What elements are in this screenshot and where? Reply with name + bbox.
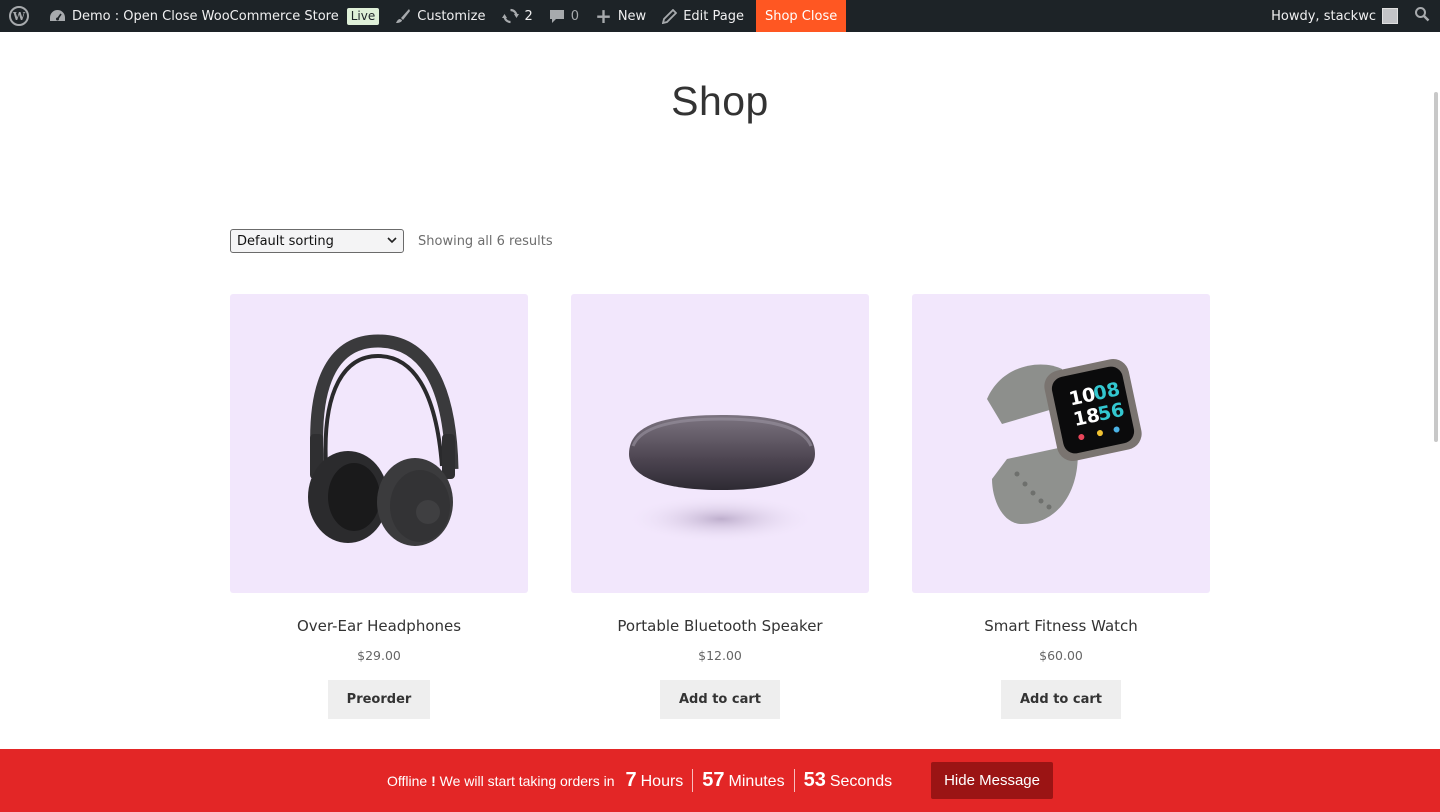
comments-link[interactable]: 0: [541, 0, 587, 32]
product-card: Over-Ear Headphones $29.00 Preorder: [230, 294, 528, 719]
preorder-button[interactable]: Preorder: [327, 680, 431, 719]
countdown-hours-value: 7: [625, 769, 637, 791]
updates-count: 2: [524, 8, 533, 24]
product-grid: Over-Ear Headphones $29.00 Preorder Port…: [230, 294, 1210, 719]
edit-page-label: Edit Page: [683, 8, 744, 24]
customize-label: Customize: [417, 8, 486, 24]
notice-text: We will start taking orders in: [439, 772, 615, 789]
product-card: Portable Bluetooth Speaker $12.00 Add to…: [571, 294, 869, 719]
add-to-cart-button[interactable]: Add to cart: [1001, 680, 1121, 719]
comments-count: 0: [570, 8, 580, 24]
result-count: Showing all 6 results: [418, 233, 553, 249]
product-image-smartwatch[interactable]: 10 08 18 56: [912, 294, 1210, 593]
product-price: $60.00: [1039, 648, 1083, 663]
howdy-greeting: Howdy, stackwc: [1271, 8, 1376, 24]
chevron-down-icon: [387, 236, 397, 247]
live-badge: Live: [346, 7, 380, 25]
notice-message: Offline ! We will start taking orders in: [387, 773, 614, 789]
paintbrush-icon: [395, 8, 411, 24]
product-name[interactable]: Over-Ear Headphones: [230, 617, 528, 635]
avatar: [1382, 8, 1398, 24]
product-card: 10 08 18 56 Smart Fitness Watch $60.00 A…: [912, 294, 1210, 719]
countdown-seconds-value: 53: [803, 769, 826, 791]
product-image-speaker[interactable]: [571, 294, 869, 593]
updates-link[interactable]: 2: [494, 0, 541, 32]
wordpress-logo-menu[interactable]: W: [0, 0, 41, 32]
shop-toolbar: Default sorting Showing all 6 results: [230, 229, 553, 253]
site-name: Demo : Open Close WooCommerce Store: [72, 8, 339, 24]
plus-icon: +: [595, 4, 612, 28]
countdown-minutes-label: Minutes: [728, 773, 785, 790]
store-closed-notice: Offline ! We will start taking orders in…: [0, 749, 1440, 812]
notice-offline: Offline: [387, 772, 428, 789]
countdown-minutes-value: 57: [702, 769, 725, 791]
product-name[interactable]: Smart Fitness Watch: [912, 617, 1210, 635]
product-price: $29.00: [357, 648, 401, 663]
edit-page-link[interactable]: Edit Page: [654, 0, 752, 32]
product-image-headphones[interactable]: [230, 294, 528, 593]
comment-icon: [549, 8, 565, 24]
new-label: New: [617, 8, 647, 24]
countdown-seconds: 53 Seconds: [793, 769, 902, 792]
site-name-menu[interactable]: Demo : Open Close WooCommerce Store Live: [41, 0, 387, 32]
new-content-menu[interactable]: + New: [587, 0, 654, 32]
countdown-seconds-label: Seconds: [829, 773, 893, 790]
pencil-icon: [662, 8, 678, 24]
countdown-minutes: 57 Minutes: [692, 769, 793, 792]
sort-selected-value: Default sorting: [237, 233, 334, 249]
hide-message-button[interactable]: Hide Message: [931, 762, 1053, 799]
search-button[interactable]: [1406, 0, 1440, 32]
my-account-menu[interactable]: Howdy, stackwc: [1263, 0, 1406, 32]
admin-bar: W Demo : Open Close WooCommerce Store Li…: [0, 0, 1440, 32]
admin-bar-secondary: Howdy, stackwc: [1263, 0, 1440, 32]
product-name[interactable]: Portable Bluetooth Speaker: [571, 617, 869, 635]
search-icon: [1414, 6, 1430, 26]
countdown-hours-label: Hours: [640, 773, 684, 790]
add-to-cart-button[interactable]: Add to cart: [660, 680, 780, 719]
sort-select[interactable]: Default sorting: [230, 229, 404, 253]
countdown-hours: 7 Hours: [616, 769, 692, 792]
dashboard-icon: [49, 9, 66, 23]
scrollbar[interactable]: [1434, 92, 1438, 442]
notice-exclaim: !: [431, 772, 436, 789]
updates-icon: [501, 8, 519, 24]
product-price: $12.00: [698, 648, 742, 663]
customize-link[interactable]: Customize: [387, 0, 493, 32]
page-title: Shop: [671, 78, 769, 124]
wordpress-logo-icon: W: [9, 6, 29, 26]
shop-close-button[interactable]: Shop Close: [755, 0, 847, 32]
